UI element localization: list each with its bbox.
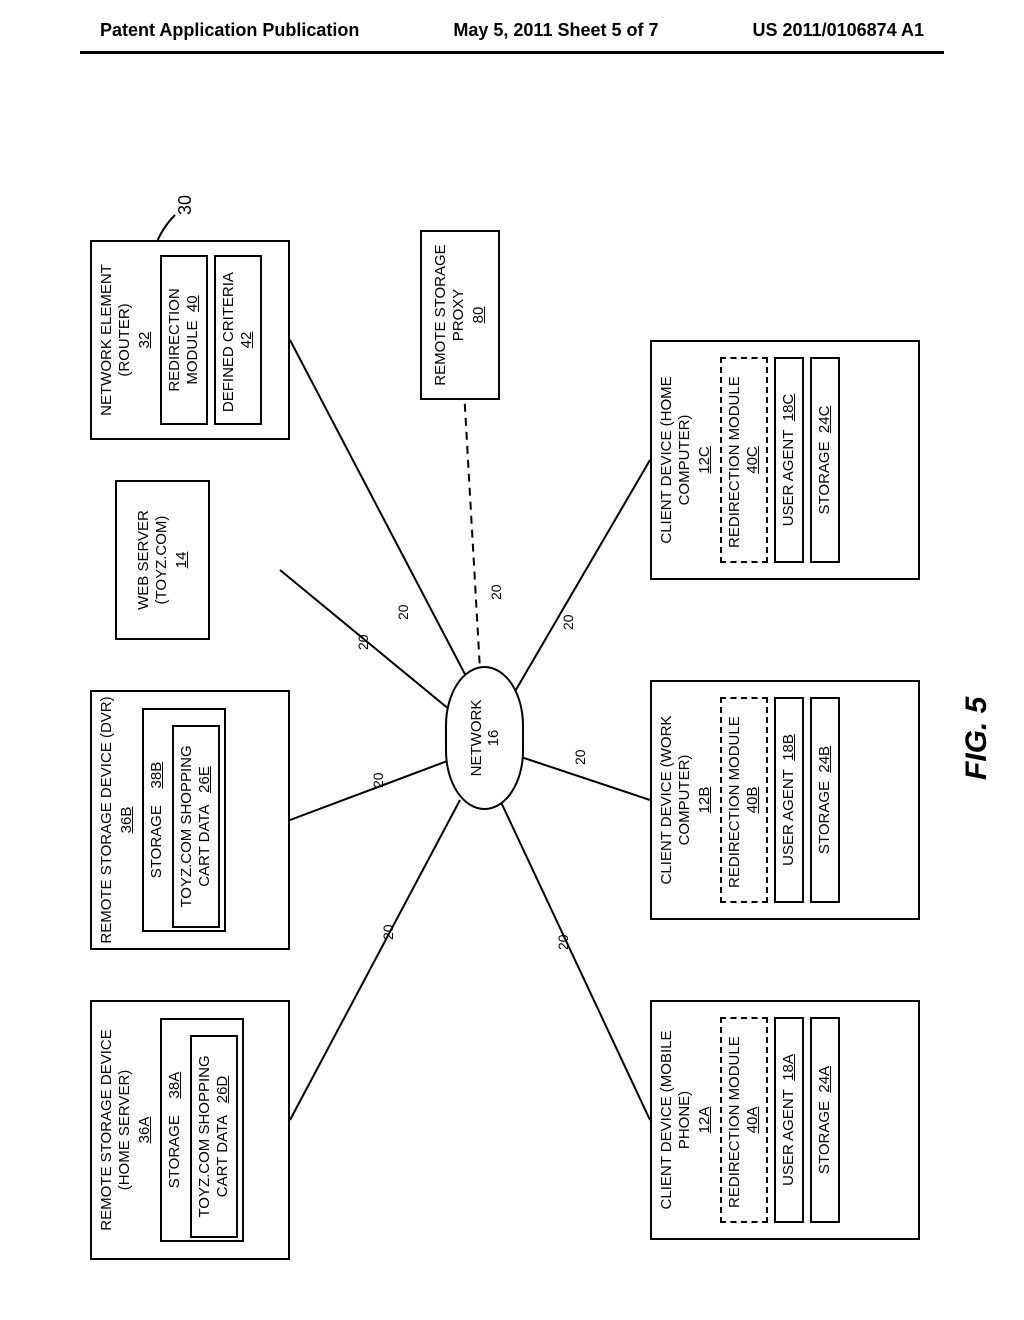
proxy-ref: 80 <box>470 307 488 324</box>
conn-label-5: 20 <box>488 584 504 600</box>
conn-label-1: 20 <box>380 924 396 940</box>
proxy-title: REMOTE STORAGE PROXY <box>432 236 468 394</box>
rsd-a-ref: 36A <box>136 1117 154 1144</box>
conn-label-6: 20 <box>555 934 571 950</box>
rsd-a-data-ref: 26D <box>214 1076 231 1104</box>
system-ref: 30 <box>175 195 196 215</box>
conn-label-2: 20 <box>370 772 386 788</box>
client-b-ua-ref: 18B <box>780 734 797 761</box>
client-b-ua: USER AGENT 18B <box>774 697 804 902</box>
web-server: WEB SERVER (TOYZ.COM) 14 <box>115 480 210 640</box>
rsd-b-data: TOYZ.COM SHOPPING CART DATA 26E <box>172 725 220 927</box>
rsd-b-storage-label: STORAGE <box>148 805 165 878</box>
rsd-a-data: TOYZ.COM SHOPPING CART DATA 26D <box>190 1035 238 1237</box>
rsd-b-storage: STORAGE 38B TOYZ.COM SHOPPING CART DATA … <box>142 708 226 931</box>
client-c-ua-ref: 18C <box>780 394 797 422</box>
client-c-ua: USER AGENT 18C <box>774 357 804 562</box>
rsd-a-storage-label: STORAGE <box>166 1115 183 1188</box>
client-a-ua-ref: 18A <box>780 1054 797 1081</box>
conn-label-8: 20 <box>560 614 576 630</box>
client-c-ref: 12C <box>696 446 714 474</box>
netelem-criteria-ref: 42 <box>238 332 255 349</box>
rsd-a-title: REMOTE STORAGE DEVICE (HOME SERVER) <box>98 1006 134 1254</box>
client-c-redir: REDIRECTION MODULE 40C <box>720 357 768 562</box>
header-center: May 5, 2011 Sheet 5 of 7 <box>453 20 658 41</box>
client-c-title: CLIENT DEVICE (HOME COMPUTER) <box>658 346 694 574</box>
remote-storage-a: REMOTE STORAGE DEVICE (HOME SERVER) 36A … <box>90 1000 290 1260</box>
client-a-redir-label: REDIRECTION MODULE <box>726 1036 743 1208</box>
netelem-title: NETWORK ELEMENT (ROUTER) <box>98 246 134 434</box>
netelem-ref: 32 <box>136 332 154 349</box>
client-b-title: CLIENT DEVICE (WORK COMPUTER) <box>658 686 694 914</box>
client-a-st-ref: 24A <box>816 1066 833 1093</box>
client-b-ref: 12B <box>696 787 714 814</box>
client-b-storage: STORAGE 24B <box>810 697 840 902</box>
conn-label-7: 20 <box>572 749 588 765</box>
client-b-redir-label: REDIRECTION MODULE <box>726 716 743 888</box>
network-element: NETWORK ELEMENT (ROUTER) 32 REDIRECTION … <box>90 240 290 440</box>
client-c-ua-label: USER AGENT <box>780 430 797 527</box>
client-a-ua-label: USER AGENT <box>780 1089 797 1186</box>
netelem-criteria-label: DEFINED CRITERIA <box>220 272 237 412</box>
client-device-a: CLIENT DEVICE (MOBILE PHONE) 12A REDIREC… <box>650 1000 920 1240</box>
remote-storage-b: REMOTE STORAGE DEVICE (DVR) 36B STORAGE … <box>90 690 290 950</box>
client-b-st-label: STORAGE <box>816 781 833 854</box>
header-right: US 2011/0106874 A1 <box>753 20 924 41</box>
client-device-c: CLIENT DEVICE (HOME COMPUTER) 12C REDIRE… <box>650 340 920 580</box>
client-a-st-label: STORAGE <box>816 1101 833 1174</box>
rsd-a-storage-ref: 38A <box>166 1072 183 1099</box>
remote-storage-proxy: REMOTE STORAGE PROXY 80 <box>420 230 500 400</box>
client-a-redir-ref: 40A <box>744 1107 761 1134</box>
cloud-label: NETWORK <box>468 700 485 777</box>
client-b-ua-label: USER AGENT <box>780 769 797 866</box>
client-c-storage: STORAGE 24C <box>810 357 840 562</box>
conn-label-3: 20 <box>355 634 371 650</box>
client-c-st-ref: 24C <box>816 406 833 434</box>
client-device-b: CLIENT DEVICE (WORK COMPUTER) 12B REDIRE… <box>650 680 920 920</box>
rsd-b-data-ref: 26E <box>196 766 213 793</box>
figure-caption: FIG. 5 <box>960 697 994 780</box>
page-header: Patent Application Publication May 5, 20… <box>0 0 1024 51</box>
client-a-storage: STORAGE 24A <box>810 1017 840 1222</box>
rsd-b-storage-ref: 38B <box>148 762 165 789</box>
web-server-title: WEB SERVER (TOYZ.COM) <box>135 486 171 634</box>
client-a-redir: REDIRECTION MODULE 40A <box>720 1017 768 1222</box>
client-a-title: CLIENT DEVICE (MOBILE PHONE) <box>658 1006 694 1234</box>
client-b-redir-ref: 40B <box>744 787 761 814</box>
netelem-criteria: DEFINED CRITERIA 42 <box>214 255 262 424</box>
header-left: Patent Application Publication <box>100 20 359 41</box>
figure-rotated: 20 20 20 20 20 20 20 20 30 REMOTE STORAG… <box>0 120 1024 1320</box>
client-b-st-ref: 24B <box>816 746 833 773</box>
client-a-ref: 12A <box>696 1107 714 1134</box>
client-a-ua: USER AGENT 18A <box>774 1017 804 1222</box>
rsd-b-ref: 36B <box>118 807 136 834</box>
cloud-ref: 16 <box>485 730 502 747</box>
rsd-a-storage: STORAGE 38A TOYZ.COM SHOPPING CART DATA … <box>160 1018 244 1241</box>
client-b-redir: REDIRECTION MODULE 40B <box>720 697 768 902</box>
client-c-st-label: STORAGE <box>816 441 833 514</box>
client-c-redir-label: REDIRECTION MODULE <box>726 376 743 548</box>
conn-label-4: 20 <box>395 604 411 620</box>
network-cloud: NETWORK 16 <box>445 666 524 810</box>
client-c-redir-ref: 40C <box>744 446 761 474</box>
netelem-redir-ref: 40 <box>184 295 201 312</box>
web-server-ref: 14 <box>173 552 191 569</box>
header-rule <box>80 51 944 54</box>
figure-area: 20 20 20 20 20 20 20 20 30 REMOTE STORAG… <box>0 120 1024 1320</box>
netelem-redir: REDIRECTION MODULE 40 <box>160 255 208 424</box>
rsd-b-title: REMOTE STORAGE DEVICE (DVR) <box>98 696 116 943</box>
